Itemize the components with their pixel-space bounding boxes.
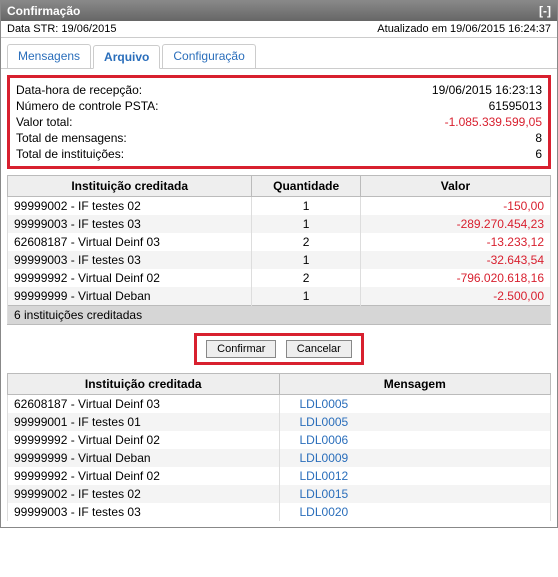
status-bar: Data STR: 19/06/2015 Atualizado em 19/06… [1, 21, 557, 38]
summary-value-instituicoes: 6 [535, 147, 542, 161]
tab-strip: Mensagens Arquivo Configuração [1, 38, 557, 69]
summary-box: Data-hora de recepção: 19/06/2015 16:23:… [7, 75, 551, 169]
cell-instituicao: 99999002 - IF testes 02 [8, 197, 252, 216]
tab-mensagens[interactable]: Mensagens [7, 44, 91, 68]
cell-instituicao: 99999999 - Virtual Deban [8, 287, 252, 306]
message-link[interactable]: LDL0015 [300, 487, 349, 501]
close-icon[interactable]: [-] [539, 4, 551, 18]
table-row: 99999003 - IF testes 031-32.643,54 [8, 251, 551, 269]
messages-table: Instituição creditada Mensagem 62608187 … [7, 373, 551, 521]
cell-valor: -150,00 [360, 197, 550, 216]
cell-valor: -13.233,12 [360, 233, 550, 251]
col2-header-mensagem: Mensagem [279, 374, 551, 395]
col2-header-instituicao: Instituição creditada [8, 374, 280, 395]
cell-instituicao: 99999992 - Virtual Deinf 02 [8, 467, 280, 485]
cell-instituicao: 99999001 - IF testes 01 [8, 413, 280, 431]
cell-quantidade: 1 [252, 215, 361, 233]
summary-label-instituicoes: Total de instituições: [16, 147, 124, 161]
table-row: 99999999 - Virtual Deban LDL0009 [8, 449, 551, 467]
table-row: 99999992 - Virtual Deinf 02 LDL0006 [8, 431, 551, 449]
confirm-button[interactable]: Confirmar [206, 340, 276, 358]
message-link[interactable]: LDL0005 [300, 415, 349, 429]
cell-mensagem: LDL0006 [279, 431, 551, 449]
col-header-valor: Valor [360, 176, 550, 197]
table-row: 99999999 - Virtual Deban1-2.500,00 [8, 287, 551, 306]
table-row: 99999003 - IF testes 031-289.270.454,23 [8, 215, 551, 233]
cancel-button[interactable]: Cancelar [286, 340, 352, 358]
summary-value-controle: 61595013 [489, 99, 542, 113]
cell-instituicao: 99999999 - Virtual Deban [8, 449, 280, 467]
col-header-quantidade: Quantidade [252, 176, 361, 197]
summary-label-controle: Número de controle PSTA: [16, 99, 159, 113]
cell-instituicao: 62608187 - Virtual Deinf 03 [8, 233, 252, 251]
message-link[interactable]: LDL0005 [300, 397, 349, 411]
table-row: 99999992 - Virtual Deinf 02 LDL0012 [8, 467, 551, 485]
table-row: 99999003 - IF testes 03 LDL0020 [8, 503, 551, 521]
content-area: Data-hora de recepção: 19/06/2015 16:23:… [1, 69, 557, 527]
summary-label-mensagens: Total de mensagens: [16, 131, 127, 145]
cell-instituicao: 99999002 - IF testes 02 [8, 485, 280, 503]
credited-table: Instituição creditada Quantidade Valor 9… [7, 175, 551, 325]
cell-instituicao: 99999992 - Virtual Deinf 02 [8, 431, 280, 449]
tab-arquivo[interactable]: Arquivo [93, 45, 160, 69]
table-row: 99999992 - Virtual Deinf 022-796.020.618… [8, 269, 551, 287]
cell-valor: -32.643,54 [360, 251, 550, 269]
status-updated: Atualizado em 19/06/2015 16:24:37 [377, 23, 551, 35]
cell-mensagem: LDL0020 [279, 503, 551, 521]
summary-value-datahora: 19/06/2015 16:23:13 [432, 83, 542, 97]
cell-instituicao: 99999992 - Virtual Deinf 02 [8, 269, 252, 287]
confirmation-dialog: Confirmação [-] Data STR: 19/06/2015 Atu… [0, 0, 558, 528]
message-link[interactable]: LDL0009 [300, 451, 349, 465]
summary-label-datahora: Data-hora de recepção: [16, 83, 142, 97]
cell-mensagem: LDL0012 [279, 467, 551, 485]
tab-configuracao[interactable]: Configuração [162, 44, 255, 68]
summary-value-mensagens: 8 [535, 131, 542, 145]
cell-valor: -289.270.454,23 [360, 215, 550, 233]
cell-instituicao: 99999003 - IF testes 03 [8, 503, 280, 521]
table-row: 99999001 - IF testes 01 LDL0005 [8, 413, 551, 431]
button-row: Confirmar Cancelar [7, 325, 551, 373]
cell-valor: -796.020.618,16 [360, 269, 550, 287]
cell-mensagem: LDL0005 [279, 395, 551, 414]
cell-mensagem: LDL0009 [279, 449, 551, 467]
message-link[interactable]: LDL0020 [300, 505, 349, 519]
table-row: 62608187 - Virtual Deinf 032-13.233,12 [8, 233, 551, 251]
button-highlight-box: Confirmar Cancelar [194, 333, 364, 365]
message-link[interactable]: LDL0012 [300, 469, 349, 483]
dialog-title: Confirmação [7, 4, 80, 18]
cell-quantidade: 2 [252, 233, 361, 251]
cell-instituicao: 99999003 - IF testes 03 [8, 251, 252, 269]
status-date-str: Data STR: 19/06/2015 [7, 23, 116, 35]
cell-valor: -2.500,00 [360, 287, 550, 306]
cell-instituicao: 99999003 - IF testes 03 [8, 215, 252, 233]
cell-quantidade: 1 [252, 287, 361, 306]
cell-mensagem: LDL0005 [279, 413, 551, 431]
table-footer-count: 6 instituições creditadas [8, 306, 551, 325]
table-row: 99999002 - IF testes 021-150,00 [8, 197, 551, 216]
cell-quantidade: 2 [252, 269, 361, 287]
cell-mensagem: LDL0015 [279, 485, 551, 503]
table-row: 62608187 - Virtual Deinf 03 LDL0005 [8, 395, 551, 414]
table-row: 99999002 - IF testes 02 LDL0015 [8, 485, 551, 503]
cell-instituicao: 62608187 - Virtual Deinf 03 [8, 395, 280, 414]
message-link[interactable]: LDL0006 [300, 433, 349, 447]
titlebar: Confirmação [-] [1, 1, 557, 21]
summary-value-valor: -1.085.339.599,05 [445, 115, 542, 129]
cell-quantidade: 1 [252, 251, 361, 269]
cell-quantidade: 1 [252, 197, 361, 216]
summary-label-valor: Valor total: [16, 115, 72, 129]
col-header-instituicao: Instituição creditada [8, 176, 252, 197]
